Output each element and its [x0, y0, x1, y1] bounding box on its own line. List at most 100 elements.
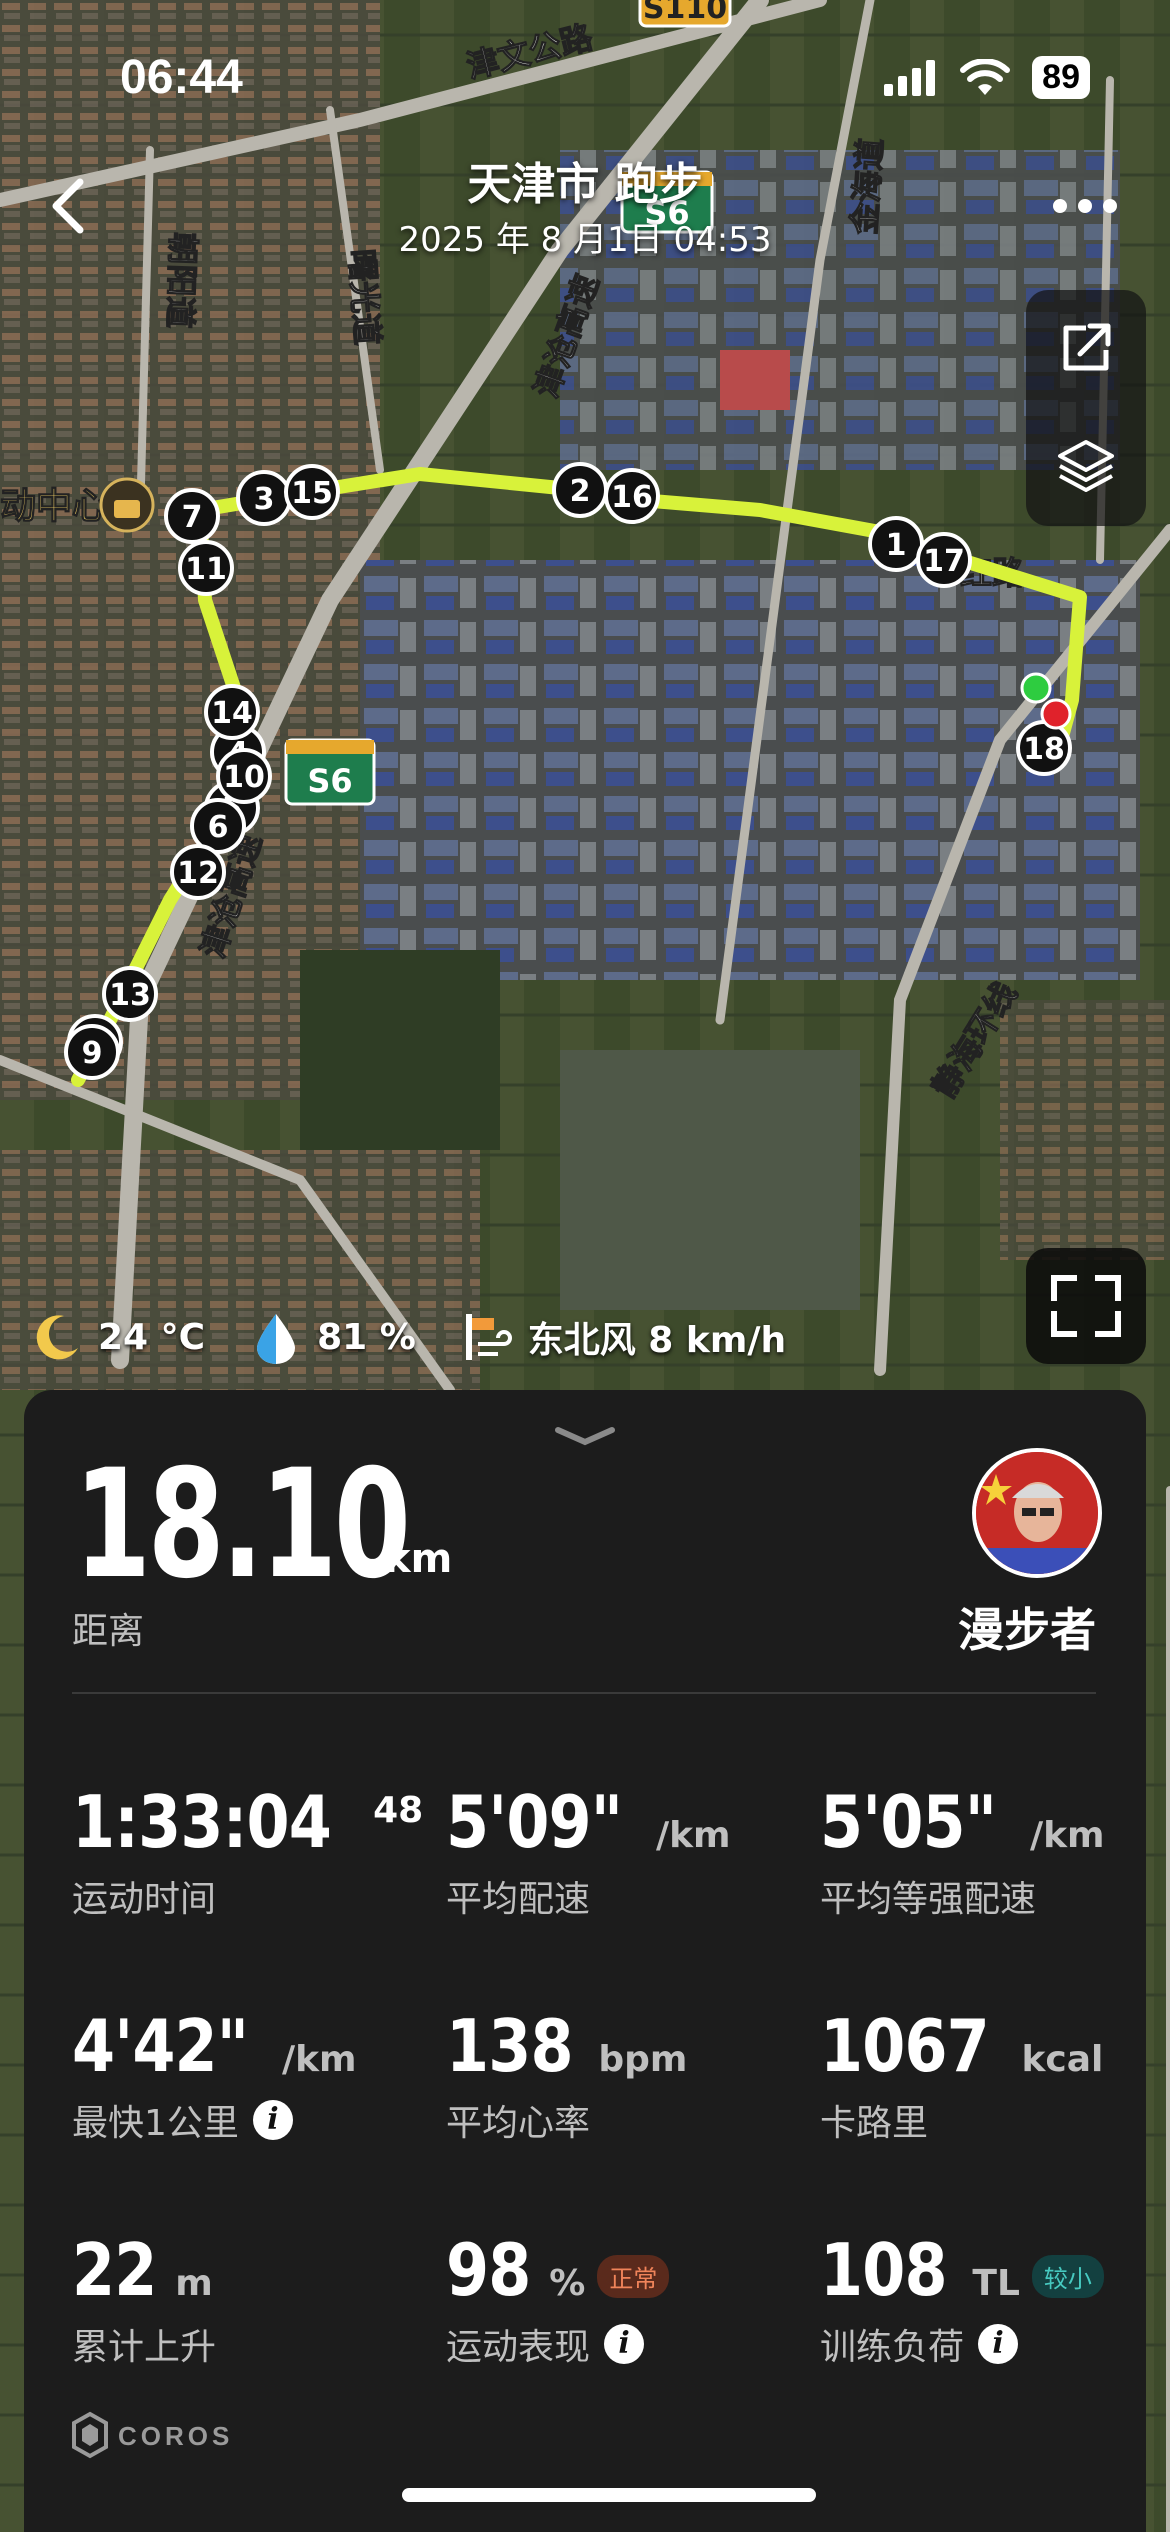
coros-logo: COROS	[72, 2411, 233, 2459]
shopping-poi-icon	[99, 477, 155, 533]
svg-text:S110: S110	[643, 0, 727, 26]
share-button[interactable]	[1056, 318, 1116, 378]
page-title: 天津市 跑步	[467, 159, 703, 210]
km-marker-12: 12	[170, 844, 226, 900]
stat-value: 108	[820, 2228, 948, 2312]
activity-datetime: 2025 年 8 月1日 04:53	[398, 220, 772, 260]
route-start-marker	[1020, 672, 1052, 704]
svg-text:12: 12	[177, 856, 219, 891]
km-marker-18: 18	[1016, 720, 1072, 776]
km-marker-10: 10	[216, 748, 272, 804]
svg-text:3: 3	[254, 482, 275, 517]
stat-elevation-gain: 22 m 累计上升	[72, 2228, 216, 2370]
fullscreen-button[interactable]	[1026, 1248, 1146, 1364]
km-marker-13: 13	[102, 966, 158, 1022]
stat-avg-heart-rate: 138 bpm 平均心率	[446, 2004, 687, 2146]
humidity: 81 %	[317, 1316, 416, 1358]
stat-value: 5'09"	[446, 1780, 623, 1864]
stat-label: 训练负荷	[820, 2327, 965, 2368]
activity-summary-panel: 18.10 km 距离 漫步者 1:33:04 48 运动时间 5'09" /km…	[24, 1390, 1146, 2532]
stat-label: 累计上升	[72, 2327, 217, 2368]
stat-fastest-km: 4'42" /km 最快1公里 i	[72, 2004, 357, 2146]
cellular-signal-icon	[884, 59, 936, 96]
stat-value: 5'05"	[820, 1780, 997, 1864]
stat-label: 平均心率	[446, 2103, 591, 2144]
stat-label: 最快1公里	[72, 2103, 239, 2144]
stat-duration: 1:33:04 48 运动时间	[72, 1780, 423, 1922]
stat-value: 1067	[820, 2004, 990, 2088]
km-marker-7: 7	[164, 488, 220, 544]
stat-label: 卡路里	[820, 2103, 929, 2144]
stat-unit: %	[549, 2263, 586, 2304]
svg-text:7: 7	[182, 500, 203, 535]
brand-name: COROS	[118, 2421, 233, 2451]
stat-centiseconds: 48	[373, 1790, 424, 1831]
svg-text:S6: S6	[307, 762, 352, 800]
highway-shield-s6-south: S6	[284, 738, 376, 806]
avatar[interactable]	[972, 1448, 1102, 1578]
stat-label: 平均配速	[446, 1879, 591, 1920]
stat-unit: kcal	[1021, 2039, 1104, 2080]
highway-shield-s110: S110	[638, 0, 732, 28]
svg-text:11: 11	[185, 552, 227, 587]
status-icons: 89	[882, 56, 1090, 99]
km-marker-15: 15	[284, 464, 340, 520]
temperature: 24 °C	[98, 1316, 206, 1358]
km-marker-3: 3	[236, 470, 292, 526]
moon-icon	[36, 1315, 78, 1360]
more-options-button[interactable]	[1050, 186, 1120, 226]
stat-unit: TL	[972, 2263, 1020, 2304]
km-marker-16: 16	[604, 468, 660, 524]
poi-label-center: 动中心	[0, 486, 108, 527]
stat-value: 138	[446, 2004, 574, 2088]
svg-text:2: 2	[570, 474, 591, 509]
stat-unit: bpm	[598, 2039, 688, 2080]
chevron-down-icon[interactable]	[554, 1426, 616, 1446]
km-marker-17: 17	[916, 532, 972, 588]
status-time: 06:44	[120, 51, 243, 104]
stat-label: 运动表现	[446, 2327, 591, 2368]
home-indicator[interactable]	[402, 2488, 816, 2502]
stat-unit: /km	[281, 2039, 357, 2080]
battery-indicator: 89	[1032, 56, 1090, 99]
stat-value: 4'42"	[72, 2004, 249, 2088]
map-tool-panel	[1026, 290, 1146, 526]
username: 漫步者	[958, 1603, 1096, 1657]
svg-text:1: 1	[886, 528, 907, 563]
svg-text:16: 16	[611, 480, 653, 515]
status-bar: 06:44 89	[0, 40, 1170, 120]
km-marker-9: 9	[64, 1024, 120, 1080]
stat-label: 平均等强配速	[820, 1879, 1037, 1920]
humidity-icon	[257, 1314, 296, 1364]
km-marker-14: 14	[204, 684, 260, 740]
km-marker-11: 11	[178, 540, 234, 596]
distance-label: 距离	[72, 1611, 145, 1652]
svg-text:6: 6	[208, 810, 229, 845]
svg-text:10: 10	[223, 760, 265, 795]
route-end-marker	[1040, 698, 1072, 730]
svg-text:15: 15	[291, 476, 333, 511]
info-icon[interactable]: i	[604, 2324, 645, 2364]
stat-value: 22	[72, 2228, 157, 2312]
map-layers-button[interactable]	[1056, 436, 1116, 496]
info-icon[interactable]: i	[252, 2100, 293, 2140]
status-badge: 较小	[1031, 2255, 1104, 2298]
stat-value: 98	[446, 2228, 531, 2312]
stat-label: 运动时间	[72, 1879, 217, 1920]
wifi-icon	[960, 58, 1011, 95]
info-icon[interactable]: i	[978, 2324, 1019, 2364]
road-label-shuguang: 曙光道	[342, 248, 387, 346]
status-badge: 正常	[597, 2255, 670, 2298]
svg-text:14: 14	[211, 696, 253, 731]
weather-bar: 24 °C 81 % 东北风 8 km/h	[30, 1310, 830, 1364]
stat-unit: m	[175, 2263, 213, 2304]
distance-value: 18.10	[74, 1438, 411, 1612]
stat-unit: /km	[655, 1815, 731, 1856]
stat-value: 1:33:04	[72, 1780, 332, 1864]
stat-avg-pace: 5'09" /km 平均配速	[446, 1780, 731, 1922]
km-marker-1: 1	[868, 516, 924, 572]
wind-icon	[465, 1314, 512, 1360]
wind: 东北风 8 km/h	[527, 1320, 787, 1361]
stat-performance: 98 % 正常 运动表现 i	[446, 2228, 670, 2370]
svg-text:13: 13	[109, 978, 151, 1013]
